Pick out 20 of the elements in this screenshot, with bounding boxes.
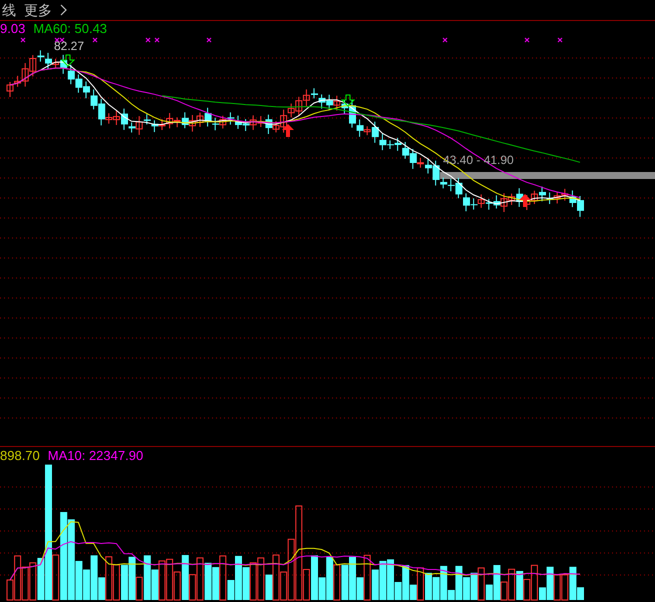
high-price-label: 82.27 [54, 40, 84, 52]
chevron-right-icon[interactable] [60, 4, 67, 16]
indicator-value: MA60: 50.43 [33, 22, 108, 35]
up-arrow-icon [282, 124, 294, 137]
toolbar-item[interactable]: 线 [2, 3, 16, 17]
cross-mark-icon [524, 38, 530, 42]
indicator-value: MA10: 22347.90 [48, 449, 144, 462]
up-arrow-icon [519, 194, 531, 207]
cross-mark-icon [558, 38, 562, 42]
cross-mark-icon [92, 38, 98, 42]
indicator-value: 9.03 [0, 22, 26, 35]
cross-mark-icon [442, 38, 448, 42]
down-arrow-icon [340, 94, 356, 107]
cross-mark-icon [154, 38, 160, 42]
cross-mark-icon [206, 38, 212, 42]
toolbar-item[interactable]: 更多 [24, 3, 52, 17]
down-arrow-icon [60, 54, 76, 67]
cross-mark-icon [146, 38, 150, 42]
indicator-value: 898.70 [0, 449, 40, 462]
cross-mark-icon [20, 38, 26, 42]
